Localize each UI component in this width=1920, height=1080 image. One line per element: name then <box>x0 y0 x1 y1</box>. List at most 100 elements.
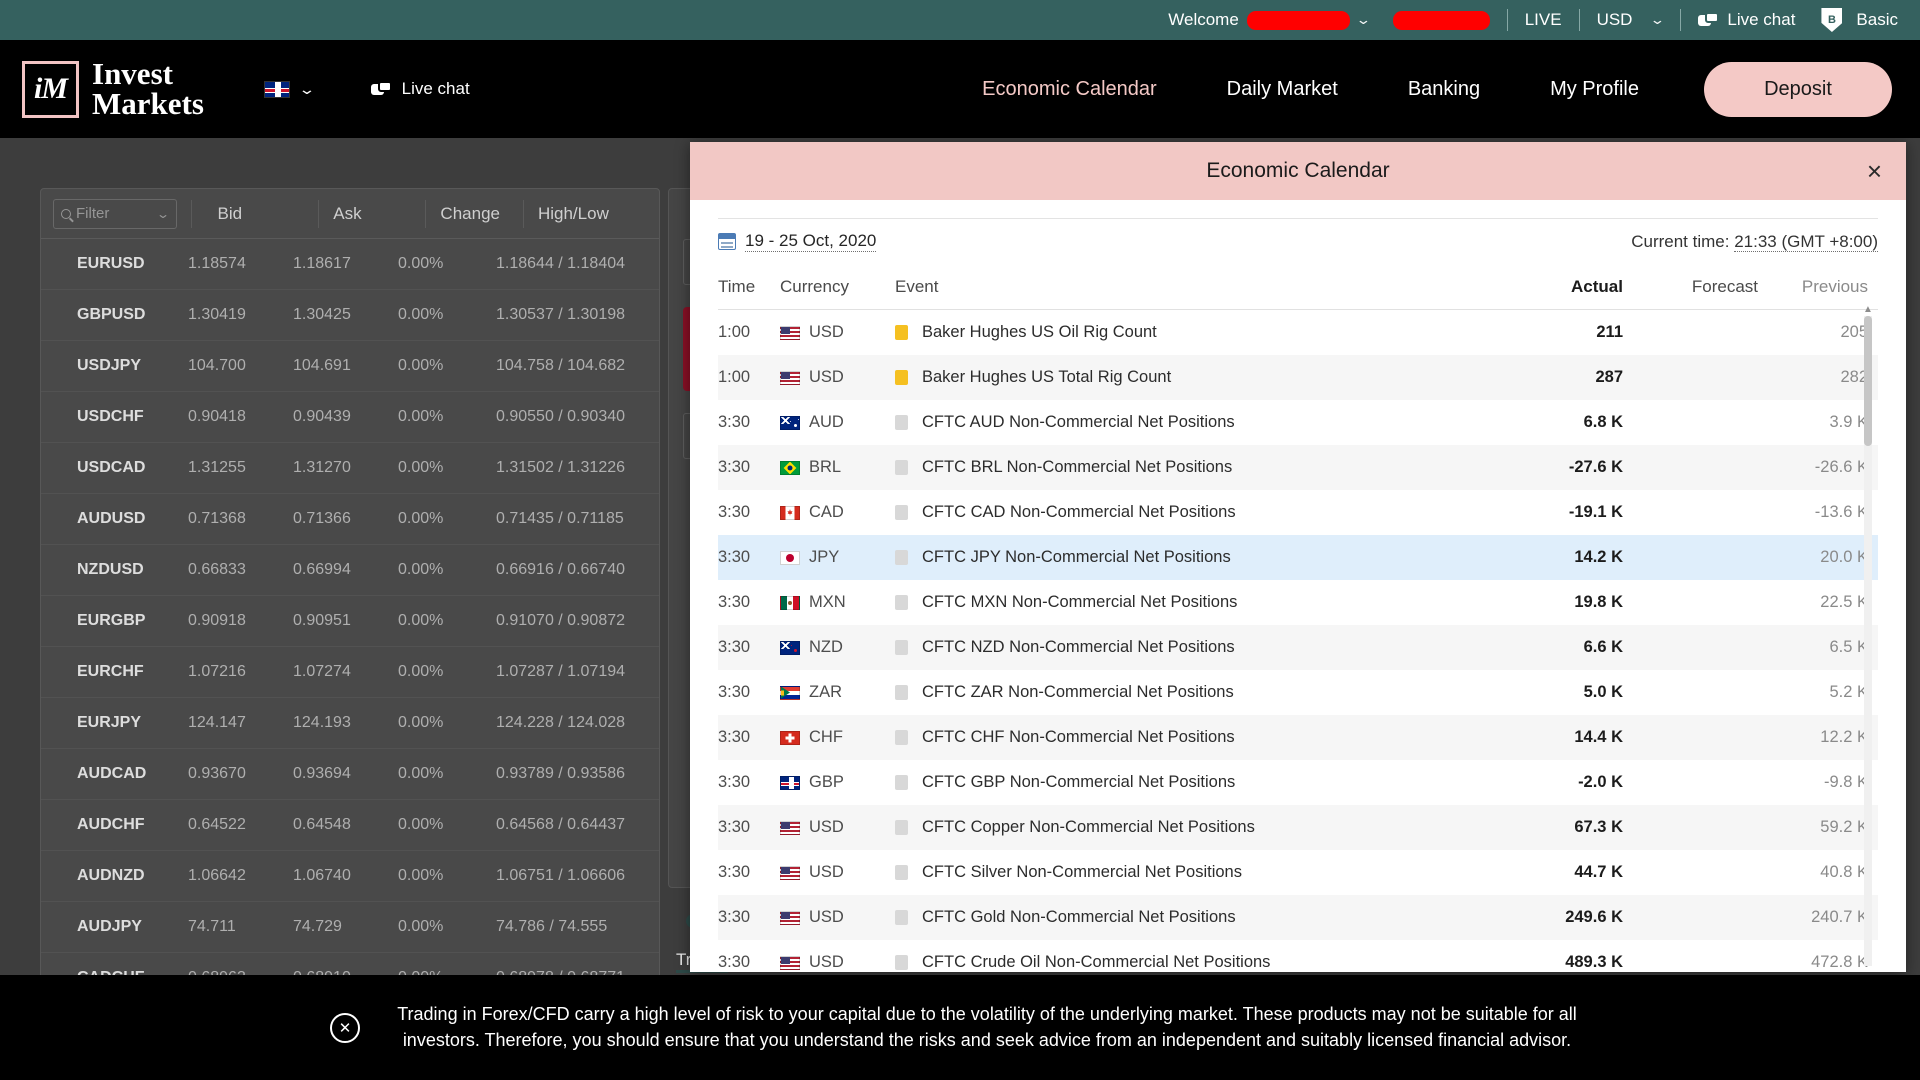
calendar-row[interactable]: 3:30 CHF CFTC CHF Non-Commercial Net Posit… <box>718 715 1878 760</box>
quote-highlow: 1.07287 / 1.07194 <box>496 663 626 680</box>
quote-symbol: NZDUSD <box>77 561 144 578</box>
brand-logo[interactable]: iM Invest Markets <box>22 58 204 119</box>
quote-symbol: USDCHF <box>77 408 144 425</box>
quote-ask: 0.71366 <box>293 510 351 527</box>
event-previous: 59.2 K <box>1820 818 1868 836</box>
calendar-row[interactable]: 3:30 ZAR CFTC ZAR Non-Commercial Net Posit… <box>718 670 1878 715</box>
app-root: Welcome ⌄ LIVE USD ⌄ Live chat B Basic i… <box>0 0 1920 1080</box>
chevron-down-icon[interactable]: ⌄ <box>1650 12 1666 28</box>
nav-banking[interactable]: Banking <box>1373 78 1515 101</box>
calendar-row[interactable]: 3:30 USD CFTC Crude Oil Non-Commercial Net… <box>718 940 1878 972</box>
close-icon[interactable]: × <box>1867 158 1882 184</box>
flag-us-icon <box>780 820 800 835</box>
event-currency: USD <box>780 908 895 927</box>
calendar-row[interactable]: 3:30 USD CFTC Silver Non-Commercial Net Po… <box>718 850 1878 895</box>
impact-indicator-icon <box>895 640 908 655</box>
nav-economic-calendar[interactable]: Economic Calendar <box>947 78 1192 101</box>
scrollbar-thumb[interactable] <box>1864 316 1872 446</box>
impact-indicator-icon <box>895 955 908 970</box>
quotes-row[interactable]: EURCHF 1.07216 1.07274 0.00% 1.07287 / 1.071… <box>41 647 659 698</box>
col-forecast[interactable]: Forecast <box>1623 277 1758 297</box>
event-previous: 12.2 K <box>1820 728 1868 746</box>
flag-au-icon <box>780 415 800 430</box>
flag-uk-icon <box>263 80 290 98</box>
modal-body: 19 - 25 Oct, 2020 Current time: 21:33 (G… <box>690 200 1906 972</box>
header-live-chat-button[interactable]: Live chat <box>370 79 470 99</box>
scroll-up-arrow-icon[interactable]: ▲ <box>1862 304 1874 316</box>
event-name: CFTC CAD Non-Commercial Net Positions <box>922 503 1236 521</box>
quotes-row[interactable]: USDCAD 1.31255 1.31270 0.00% 1.31502 / 1.312… <box>41 443 659 494</box>
chevron-down-icon[interactable]: ⌄ <box>298 81 316 98</box>
calendar-row[interactable]: 3:30 NZD CFTC NZD Non-Commercial Net Posit… <box>718 625 1878 670</box>
quotes-row[interactable]: AUDJPY 74.711 74.729 0.00% 74.786 / 74.555 <box>41 902 659 953</box>
event-name: CFTC AUD Non-Commercial Net Positions <box>922 413 1235 431</box>
nav-my-profile[interactable]: My Profile <box>1515 78 1674 101</box>
calendar-row[interactable]: 3:30 GBP CFTC GBP Non-Commercial Net Posit… <box>718 760 1878 805</box>
quotes-filter-input[interactable]: Filter ⌄ <box>53 198 177 229</box>
welcome-account-selector[interactable]: Welcome ⌄ <box>1168 10 1371 30</box>
quote-bid: 74.711 <box>188 918 236 935</box>
event-actual: 67.3 K <box>1574 818 1623 836</box>
quotes-row[interactable]: AUDCHF 0.64522 0.64548 0.00% 0.64568 / 0.644… <box>41 800 659 851</box>
calendar-row[interactable]: 3:30 JPY CFTC JPY Non-Commercial Net Posit… <box>718 535 1878 580</box>
calendar-row[interactable]: 3:30 USD CFTC Gold Non-Commercial Net Posi… <box>718 895 1878 940</box>
quotes-row[interactable]: AUDNZD 1.06642 1.06740 0.00% 1.06751 / 1.066… <box>41 851 659 902</box>
current-time-value[interactable]: 21:33 (GMT +8:00) <box>1734 231 1878 252</box>
event-name: CFTC NZD Non-Commercial Net Positions <box>922 638 1235 656</box>
chevron-down-icon[interactable]: ⌄ <box>1355 12 1371 28</box>
language-selector[interactable]: ⌄ <box>263 80 316 98</box>
quotes-row[interactable]: EURUSD 1.18574 1.18617 0.00% 1.18644 / 1.184… <box>41 239 659 290</box>
deposit-button[interactable]: Deposit <box>1704 61 1892 117</box>
calendar-row[interactable]: 3:30 CAD CFTC CAD Non-Commercial Net Posit… <box>718 490 1878 535</box>
quotes-row[interactable]: USDCHF 0.90418 0.90439 0.00% 0.90550 / 0.903… <box>41 392 659 443</box>
quotes-col-bid[interactable]: Bid <box>218 204 319 224</box>
calendar-row[interactable]: 1:00 USD Baker Hughes US Total Rig Count 28… <box>718 355 1878 400</box>
col-event[interactable]: Event <box>895 277 1493 297</box>
quote-symbol: AUDNZD <box>77 867 145 884</box>
top-live-chat-button[interactable]: Live chat <box>1698 10 1795 30</box>
event-actual: 489.3 K <box>1565 953 1623 971</box>
date-range-picker[interactable]: 19 - 25 Oct, 2020 <box>718 231 877 252</box>
col-currency[interactable]: Currency <box>780 277 895 297</box>
event-currency: USD <box>780 818 895 837</box>
quote-bid: 0.64522 <box>188 816 246 833</box>
quotes-row[interactable]: EURJPY 124.147 124.193 0.00% 124.228 / 124.0… <box>41 698 659 749</box>
event-time: 3:30 <box>718 953 751 971</box>
currency-code: BRL <box>809 458 842 476</box>
plan-badge[interactable]: B Basic <box>1821 8 1898 32</box>
event-name: CFTC BRL Non-Commercial Net Positions <box>922 458 1233 476</box>
quotes-row[interactable]: AUDCAD 0.93670 0.93694 0.00% 0.93789 / 0.935… <box>41 749 659 800</box>
currency-selector[interactable]: USD ⌄ <box>1597 10 1666 30</box>
calendar-row[interactable]: 3:30 MXN CFTC MXN Non-Commercial Net Posit… <box>718 580 1878 625</box>
quote-bid: 1.06642 <box>188 867 246 884</box>
close-icon[interactable]: ✕ <box>330 1012 360 1043</box>
col-time[interactable]: Time <box>718 277 780 297</box>
calendar-row[interactable]: 3:30 BRL CFTC BRL Non-Commercial Net Posit… <box>718 445 1878 490</box>
quotes-col-change[interactable]: Change <box>426 204 523 224</box>
welcome-label: Welcome <box>1168 10 1239 29</box>
flag-us-icon <box>780 955 800 970</box>
quotes-row[interactable]: GBPUSD 1.30419 1.30425 0.00% 1.30537 / 1.301… <box>41 290 659 341</box>
quotes-col-ask[interactable]: Ask <box>319 204 425 224</box>
col-previous[interactable]: Previous <box>1758 277 1878 297</box>
calendar-scrollbar[interactable] <box>1864 316 1872 966</box>
quote-bid: 0.66833 <box>188 561 246 578</box>
calendar-row[interactable]: 3:30 AUD CFTC AUD Non-Commercial Net Posit… <box>718 400 1878 445</box>
account-type-label[interactable]: LIVE <box>1525 10 1562 30</box>
flag-mx-icon <box>780 595 800 610</box>
event-name-cell: CFTC Gold Non-Commercial Net Positions <box>895 908 1493 927</box>
calendar-row[interactable]: 1:00 USD Baker Hughes US Oil Rig Count 211 2… <box>718 310 1878 355</box>
quote-change: 0.00% <box>398 408 444 425</box>
nav-daily-market[interactable]: Daily Market <box>1192 78 1373 101</box>
quotes-row[interactable]: AUDUSD 0.71368 0.71366 0.00% 0.71435 / 0.711… <box>41 494 659 545</box>
quotes-row[interactable]: USDJPY 104.700 104.691 0.00% 104.758 / 104.6… <box>41 341 659 392</box>
currency-code: CHF <box>809 728 843 746</box>
quotes-row[interactable]: NZDUSD 0.66833 0.66994 0.00% 0.66916 / 0.667… <box>41 545 659 596</box>
event-previous: -13.6 K <box>1814 503 1868 521</box>
quote-symbol: AUDCHF <box>77 816 145 833</box>
quotes-row[interactable]: EURGBP 0.90918 0.90951 0.00% 0.91070 / 0.908… <box>41 596 659 647</box>
quotes-col-highlow[interactable]: High/Low <box>524 204 659 224</box>
calendar-row[interactable]: 3:30 USD CFTC Copper Non-Commercial Net Po… <box>718 805 1878 850</box>
col-actual[interactable]: Actual <box>1493 277 1623 297</box>
chevron-down-icon[interactable]: ⌄ <box>156 207 170 221</box>
